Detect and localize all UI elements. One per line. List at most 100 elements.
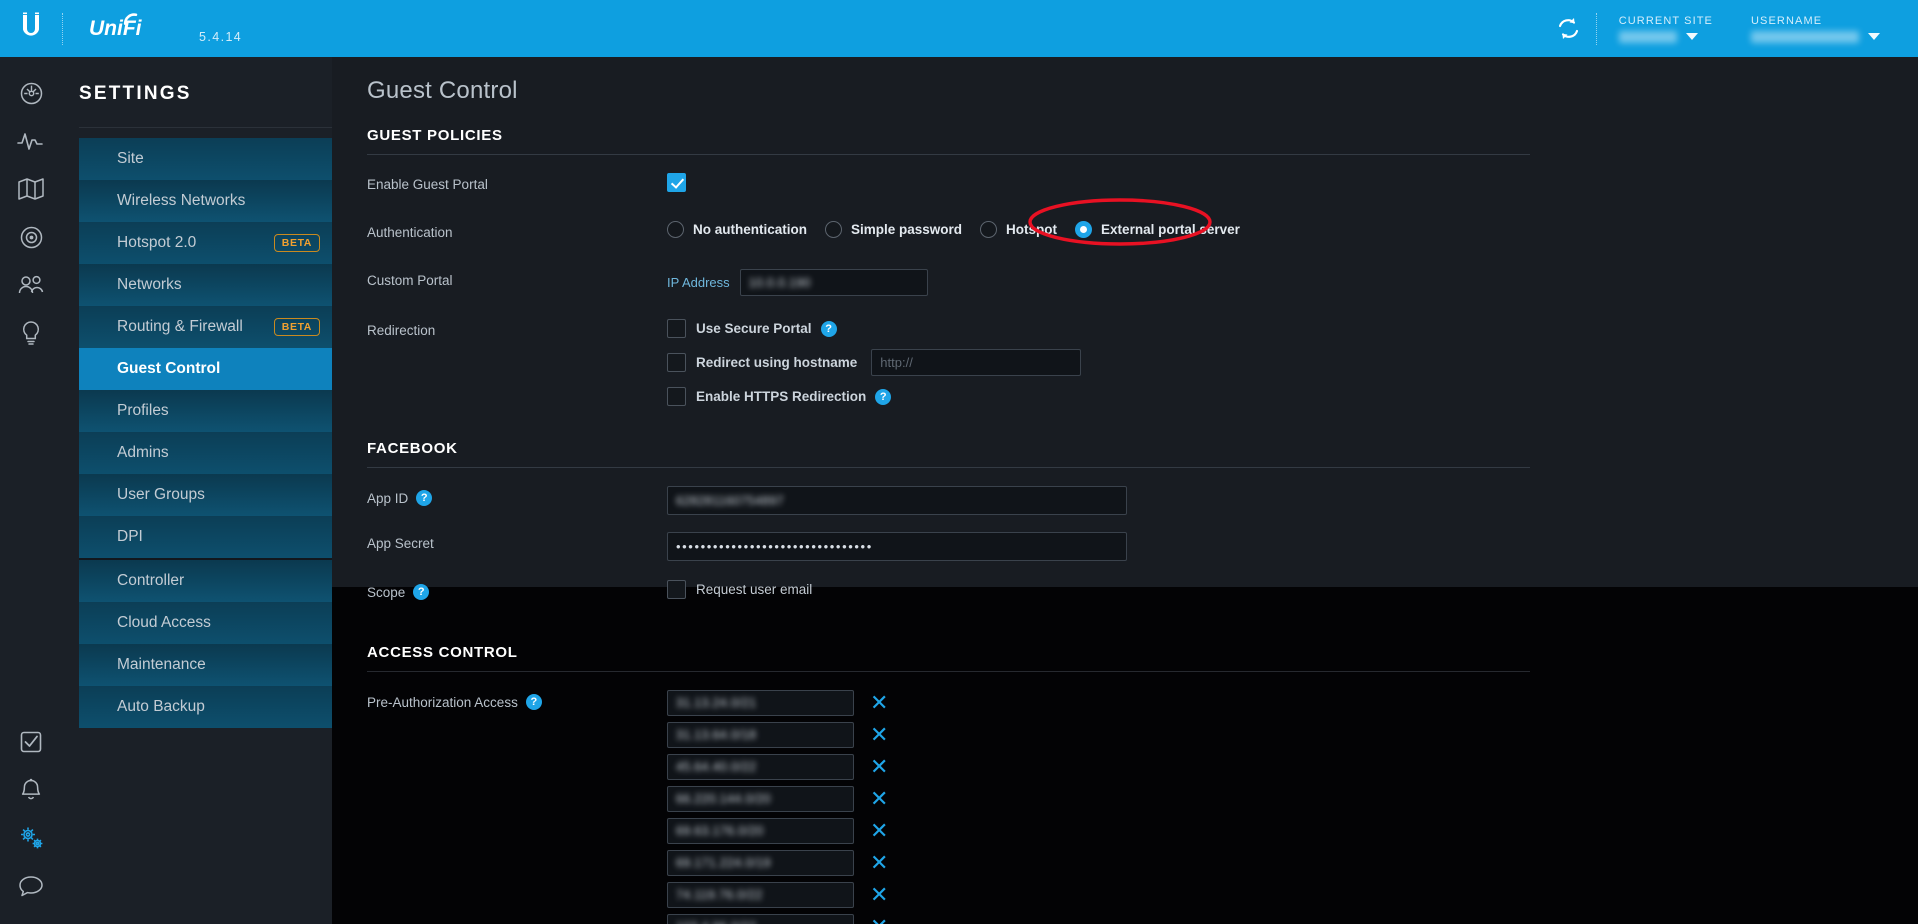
- settings-icon[interactable]: [0, 814, 62, 862]
- radio-external-portal-server[interactable]: External portal server: [1075, 221, 1240, 238]
- help-icon[interactable]: ?: [875, 388, 892, 405]
- pre-auth-entry-input[interactable]: [667, 690, 854, 716]
- enable-guest-portal-checkbox[interactable]: [667, 173, 686, 192]
- sidebar-item-maintenance[interactable]: Maintenance: [79, 644, 332, 686]
- remove-entry-button[interactable]: ✕: [870, 820, 888, 842]
- radio-circle[interactable]: [825, 221, 842, 238]
- use-secure-portal-label: Use Secure Portal: [696, 321, 812, 336]
- remove-entry-button[interactable]: ✕: [870, 788, 888, 810]
- redirection-row: Redirection Use Secure Portal ? Redirect…: [367, 319, 1918, 406]
- sidebar-item-label: Cloud Access: [117, 614, 211, 631]
- pre-auth-entry-input[interactable]: [667, 786, 854, 812]
- radio-circle[interactable]: [667, 221, 684, 238]
- sidebar-item-admins[interactable]: Admins: [79, 432, 332, 474]
- clients-icon[interactable]: [0, 261, 62, 309]
- app-secret-row: App Secret •••••••••••••••••••••••••••••…: [367, 532, 1918, 566]
- sidebar-item-networks[interactable]: Networks: [79, 264, 332, 306]
- current-site-selector[interactable]: CURRENT SITE: [1597, 0, 1729, 57]
- sidebar-item-wireless-networks[interactable]: Wireless Networks: [79, 180, 332, 222]
- dashboard-icon[interactable]: [0, 69, 62, 117]
- pre-auth-entry-input[interactable]: [667, 850, 854, 876]
- current-site-value: [1618, 30, 1677, 43]
- remove-entry-button[interactable]: ✕: [870, 724, 888, 746]
- unifi-controller-window: UniFi 5.4.14 CURRENT SITE USERNAME SETTI…: [0, 0, 1918, 924]
- sidebar-item-label: Auto Backup: [117, 698, 205, 715]
- beta-badge: BETA: [273, 318, 320, 336]
- remove-entry-button[interactable]: ✕: [870, 884, 888, 906]
- radio-no-authentication[interactable]: No authentication: [667, 221, 807, 238]
- version-label: 5.4.14: [199, 30, 243, 44]
- custom-portal-row: Custom Portal IP Address 10.0.0.190: [367, 269, 1918, 303]
- help-icon[interactable]: ?: [416, 490, 433, 506]
- username-selector[interactable]: USERNAME: [1729, 0, 1896, 57]
- pre-auth-entry-wrap: 69.171.224.0/19: [667, 850, 854, 876]
- redirect-hostname-input[interactable]: [871, 349, 1082, 376]
- redirection-label: Redirection: [367, 323, 436, 338]
- enable-https-redirection-checkbox[interactable]: [667, 387, 686, 406]
- radio-simple-password[interactable]: Simple password: [825, 221, 962, 238]
- sidebar-item-profiles[interactable]: Profiles: [79, 390, 332, 432]
- insights-icon[interactable]: [0, 309, 62, 357]
- ip-address-input[interactable]: [739, 269, 928, 296]
- chevron-down-icon-2[interactable]: [1868, 33, 1880, 40]
- sidebar-item-routing-firewall[interactable]: Routing & Firewall BETA: [79, 306, 332, 348]
- authentication-radio-group: No authentication Simple password Hotspo…: [667, 221, 1240, 238]
- statistics-icon[interactable]: [0, 117, 62, 165]
- events-icon[interactable]: [0, 718, 62, 766]
- sidebar-item-guest-control[interactable]: Guest Control: [79, 348, 349, 390]
- pre-auth-entry-input[interactable]: [667, 914, 854, 924]
- app-id-input[interactable]: [667, 486, 1127, 515]
- help-icon[interactable]: ?: [820, 320, 837, 337]
- section-divider-facebook: [367, 467, 1530, 468]
- sidebar-item-auto-backup[interactable]: Auto Backup: [79, 686, 332, 728]
- help-icon[interactable]: ?: [413, 584, 430, 600]
- radio-hotspot[interactable]: Hotspot: [980, 221, 1057, 238]
- sidebar-item-controller[interactable]: Controller: [79, 560, 332, 602]
- remove-entry-button[interactable]: ✕: [870, 692, 888, 714]
- app-id-label-wrap: App ID ?: [367, 486, 667, 506]
- sidebar-item-label: Site: [117, 150, 144, 167]
- current-site-label: CURRENT SITE: [1618, 14, 1713, 27]
- sidebar-item-user-groups[interactable]: User Groups: [79, 474, 332, 516]
- remove-entry-button[interactable]: ✕: [870, 852, 888, 874]
- remove-entry-button[interactable]: ✕: [870, 756, 888, 778]
- sidebar-item-cloud-access[interactable]: Cloud Access: [79, 602, 332, 644]
- radio-circle[interactable]: [1075, 221, 1093, 238]
- use-secure-portal-checkbox[interactable]: [667, 319, 686, 338]
- pre-auth-entry-input[interactable]: [667, 722, 854, 748]
- radio-label: No authentication: [693, 222, 807, 237]
- pre-auth-entry-wrap: 31.13.24.0/21: [667, 690, 854, 716]
- username-value: [1751, 30, 1859, 43]
- alerts-icon[interactable]: [0, 766, 62, 814]
- pre-auth-entry-input[interactable]: [667, 754, 854, 780]
- app-id-field-wrap: 628281160754897: [667, 486, 1127, 515]
- pre-auth-entry-input[interactable]: [667, 818, 854, 844]
- radio-label: Simple password: [851, 222, 963, 237]
- radio-label: Hotspot: [1006, 222, 1058, 237]
- left-icon-rail: [0, 57, 62, 924]
- map-icon[interactable]: [0, 165, 62, 213]
- sidebar-item-label: User Groups: [117, 486, 205, 503]
- app-secret-input[interactable]: ••••••••••••••••••••••••••••••••: [667, 532, 1127, 561]
- sidebar-item-dpi[interactable]: DPI: [79, 516, 332, 558]
- sidebar-item-site[interactable]: Site: [79, 138, 332, 180]
- ubiquiti-logo-icon[interactable]: [0, 0, 62, 57]
- settings-nav-group-primary: Site Wireless Networks Hotspot 2.0 BETA …: [79, 138, 349, 728]
- chat-icon[interactable]: [0, 862, 62, 910]
- pre-authorization-access-label: Pre-Authorization Access: [367, 694, 518, 710]
- sidebar-item-label: Hotspot 2.0: [117, 234, 197, 251]
- help-icon[interactable]: ?: [525, 694, 542, 710]
- remove-entry-button[interactable]: ✕: [870, 916, 888, 924]
- refresh-icon[interactable]: [1542, 0, 1596, 57]
- guest-policies-heading: GUEST POLICIES: [367, 127, 503, 144]
- section-divider-access-control: [367, 671, 1530, 672]
- request-user-email-checkbox[interactable]: [667, 580, 686, 599]
- devices-icon[interactable]: [0, 213, 62, 261]
- chevron-down-icon[interactable]: [1685, 33, 1698, 40]
- sidebar-item-label: Controller: [117, 572, 185, 589]
- redirect-hostname-checkbox[interactable]: [667, 353, 686, 372]
- redirect-hostname-line: Redirect using hostname: [667, 349, 1082, 376]
- sidebar-item-hotspot-20[interactable]: Hotspot 2.0 BETA: [79, 222, 332, 264]
- radio-circle[interactable]: [980, 221, 998, 238]
- pre-auth-entry-input[interactable]: [667, 882, 854, 908]
